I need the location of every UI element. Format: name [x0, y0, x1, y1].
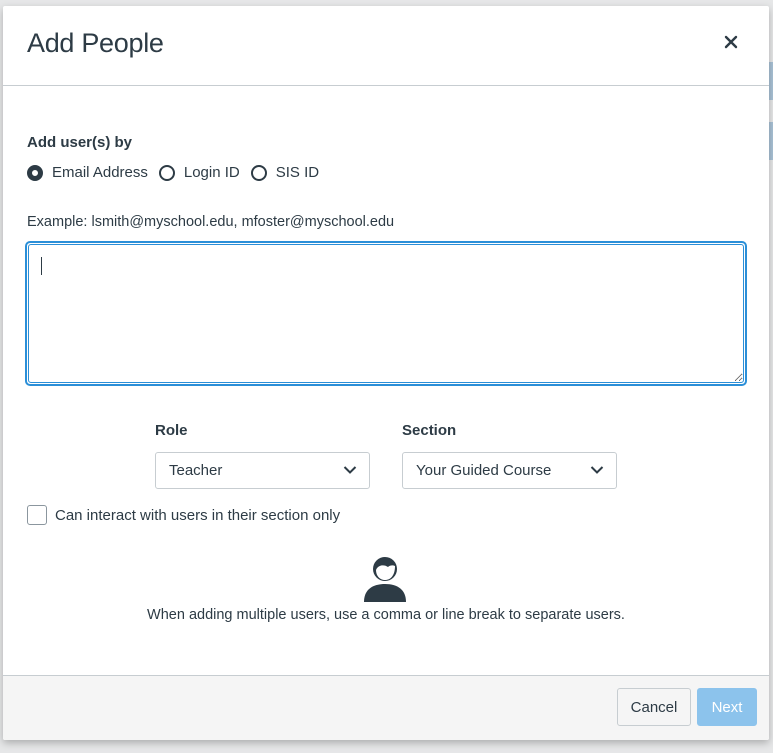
dialog-header: Add People — [3, 6, 769, 86]
radio-unchecked-icon — [158, 164, 175, 181]
section-selected-value: Your Guided Course — [416, 462, 552, 479]
section-label: Section — [402, 422, 457, 439]
background-page-edge — [769, 62, 773, 100]
cancel-button[interactable]: Cancel — [617, 688, 691, 726]
next-button[interactable]: Next — [697, 688, 757, 726]
chevron-down-icon — [343, 466, 357, 474]
hint-text: When adding multiple users, use a comma … — [147, 607, 625, 623]
close-icon — [724, 35, 738, 49]
role-select[interactable]: Teacher — [155, 452, 370, 489]
background-page-edge — [769, 122, 773, 160]
add-by-radio-group: Email Address Login ID SIS ID — [27, 164, 330, 181]
dialog-title: Add People — [27, 28, 164, 58]
radio-label: Email Address — [52, 164, 148, 181]
role-label: Role — [155, 422, 188, 439]
user-icon — [364, 557, 406, 602]
radio-email-address[interactable]: Email Address — [27, 164, 148, 181]
close-button[interactable] — [721, 32, 741, 52]
radio-label: SIS ID — [275, 164, 320, 181]
radio-checked-icon — [27, 164, 43, 181]
add-people-dialog: Add People Add user(s) by Email Address … — [3, 6, 769, 740]
radio-unchecked-icon — [250, 164, 267, 181]
chevron-down-icon — [590, 466, 604, 474]
section-select[interactable]: Your Guided Course — [402, 452, 617, 489]
role-selected-value: Teacher — [169, 462, 223, 479]
radio-login-id[interactable]: Login ID — [158, 164, 240, 181]
radio-label: Login ID — [183, 164, 240, 181]
checkbox-unchecked-icon — [27, 505, 47, 525]
checkbox-label: Can interact with users in their section… — [55, 506, 341, 524]
dialog-footer: Cancel Next — [3, 675, 769, 740]
limit-section-checkbox[interactable]: Can interact with users in their section… — [27, 505, 340, 525]
add-by-label: Add user(s) by — [27, 134, 133, 151]
users-input-focus-ring — [25, 241, 747, 386]
example-text: Example: lsmith@myschool.edu, mfoster@my… — [27, 214, 395, 230]
text-caret — [41, 257, 42, 275]
radio-sis-id[interactable]: SIS ID — [250, 164, 320, 181]
users-input[interactable] — [28, 244, 744, 383]
